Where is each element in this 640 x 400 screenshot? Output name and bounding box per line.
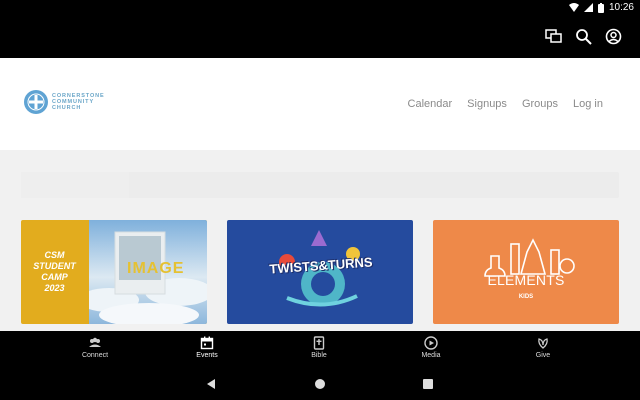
nav-calendar[interactable]: Calendar	[408, 98, 453, 110]
nav-signups[interactable]: Signups	[467, 98, 507, 110]
wifi-icon	[568, 3, 579, 12]
event-cards: CSM STUDENT CAMP 2023 IMAGE TWISTS&TURNS…	[21, 220, 619, 324]
nav-log-in[interactable]: Log in	[573, 98, 603, 110]
site-nav: Calendar Signups Groups Log in	[408, 98, 603, 110]
camp-image-word: IMAGE	[127, 260, 185, 277]
people-icon	[89, 337, 101, 347]
play-icon	[424, 336, 438, 350]
site-header: CORNERSTONE COMMUNITY CHURCH Calendar Si…	[0, 58, 640, 150]
tab-media[interactable]: Media	[401, 336, 461, 359]
back-icon[interactable]	[205, 378, 217, 390]
event-card-student-camp[interactable]: CSM STUDENT CAMP 2023 IMAGE	[21, 220, 207, 324]
battery-icon	[597, 2, 604, 13]
home-icon[interactable]	[314, 378, 326, 390]
nav-groups[interactable]: Groups	[522, 98, 558, 110]
camp-title: CSM STUDENT CAMP 2023	[33, 250, 76, 293]
event-card-elements[interactable]: ELEMENTS KIDS	[433, 220, 619, 324]
tab-events[interactable]: Events	[177, 336, 237, 359]
tab-connect[interactable]: Connect	[65, 336, 125, 359]
status-bar: 10:26	[0, 0, 640, 16]
status-time: 10:26	[608, 2, 634, 13]
give-icon	[538, 338, 548, 349]
elements-subtitle: KIDS	[518, 294, 534, 300]
bottom-nav: Connect Events Bible Media Give	[0, 331, 640, 369]
search-icon[interactable]	[575, 28, 592, 45]
filter-bar[interactable]	[21, 172, 619, 198]
recents-icon[interactable]	[422, 378, 434, 390]
bible-icon	[313, 336, 325, 350]
tab-give[interactable]: Give	[513, 336, 573, 359]
account-icon[interactable]	[605, 28, 622, 45]
church-logo[interactable]: CORNERSTONE COMMUNITY CHURCH	[24, 90, 105, 114]
app-bar	[0, 16, 640, 58]
signal-icon	[583, 3, 593, 12]
cross-logo-icon	[24, 90, 48, 114]
event-card-twists-turns[interactable]: TWISTS&TURNS	[227, 220, 413, 324]
filter-placeholder	[21, 172, 129, 198]
church-name: CORNERSTONE COMMUNITY CHURCH	[52, 92, 105, 112]
web-content: CORNERSTONE COMMUNITY CHURCH Calendar Si…	[0, 58, 640, 331]
calendar-icon	[200, 336, 214, 350]
elements-title: ELEMENTS	[487, 272, 565, 288]
tab-bible[interactable]: Bible	[289, 336, 349, 359]
system-nav-bar	[0, 369, 640, 400]
chat-icon[interactable]	[545, 28, 562, 45]
camp-artwork: IMAGE	[79, 220, 207, 324]
